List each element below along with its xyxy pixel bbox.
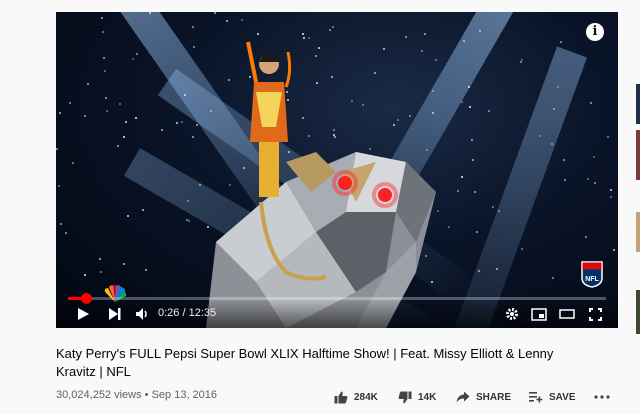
svg-text:NFL: NFL <box>585 276 599 283</box>
miniplayer-icon[interactable] <box>530 304 548 324</box>
video-player[interactable]: i NFL 0:26 / 12:35 <box>56 12 618 328</box>
like-button[interactable]: 284K <box>334 388 378 406</box>
stage-lion-figure <box>206 41 436 328</box>
dislike-button[interactable]: 14K <box>398 388 436 406</box>
related-video-thumbnail[interactable] <box>636 212 640 252</box>
volume-icon[interactable] <box>134 304 152 324</box>
save-button[interactable]: SAVE <box>529 388 576 406</box>
share-label: SHARE <box>476 391 512 403</box>
share-icon <box>456 391 470 403</box>
more-horiz-icon <box>594 395 610 399</box>
player-controls: 0:26 / 12:35 <box>56 300 618 328</box>
share-button[interactable]: SHARE <box>456 388 511 406</box>
thumbs-up-icon <box>334 391 348 403</box>
video-title: Katy Perry's FULL Pepsi Super Bowl XLIX … <box>56 346 554 379</box>
more-actions-button[interactable] <box>594 388 616 406</box>
like-count: 284K <box>354 391 378 403</box>
video-views-date: 30,024,252 views • Sep 13, 2016 <box>56 389 218 401</box>
dislike-count: 14K <box>418 391 437 403</box>
playlist-add-icon <box>529 392 543 403</box>
next-icon[interactable] <box>106 304 124 324</box>
time-display: 0:26 / 12:35 <box>158 307 217 319</box>
save-label: SAVE <box>549 391 576 403</box>
nfl-logo: NFL <box>581 261 603 288</box>
fullscreen-icon[interactable] <box>586 304 604 324</box>
info-icon[interactable]: i <box>586 23 604 41</box>
play-icon[interactable] <box>74 304 92 324</box>
related-video-thumbnail[interactable] <box>636 290 640 334</box>
related-video-thumbnail[interactable] <box>636 130 640 180</box>
theater-mode-icon[interactable] <box>558 304 576 324</box>
settings-icon[interactable] <box>503 304 521 324</box>
thumbs-down-icon <box>398 391 412 403</box>
related-video-thumbnail[interactable] <box>636 84 640 124</box>
